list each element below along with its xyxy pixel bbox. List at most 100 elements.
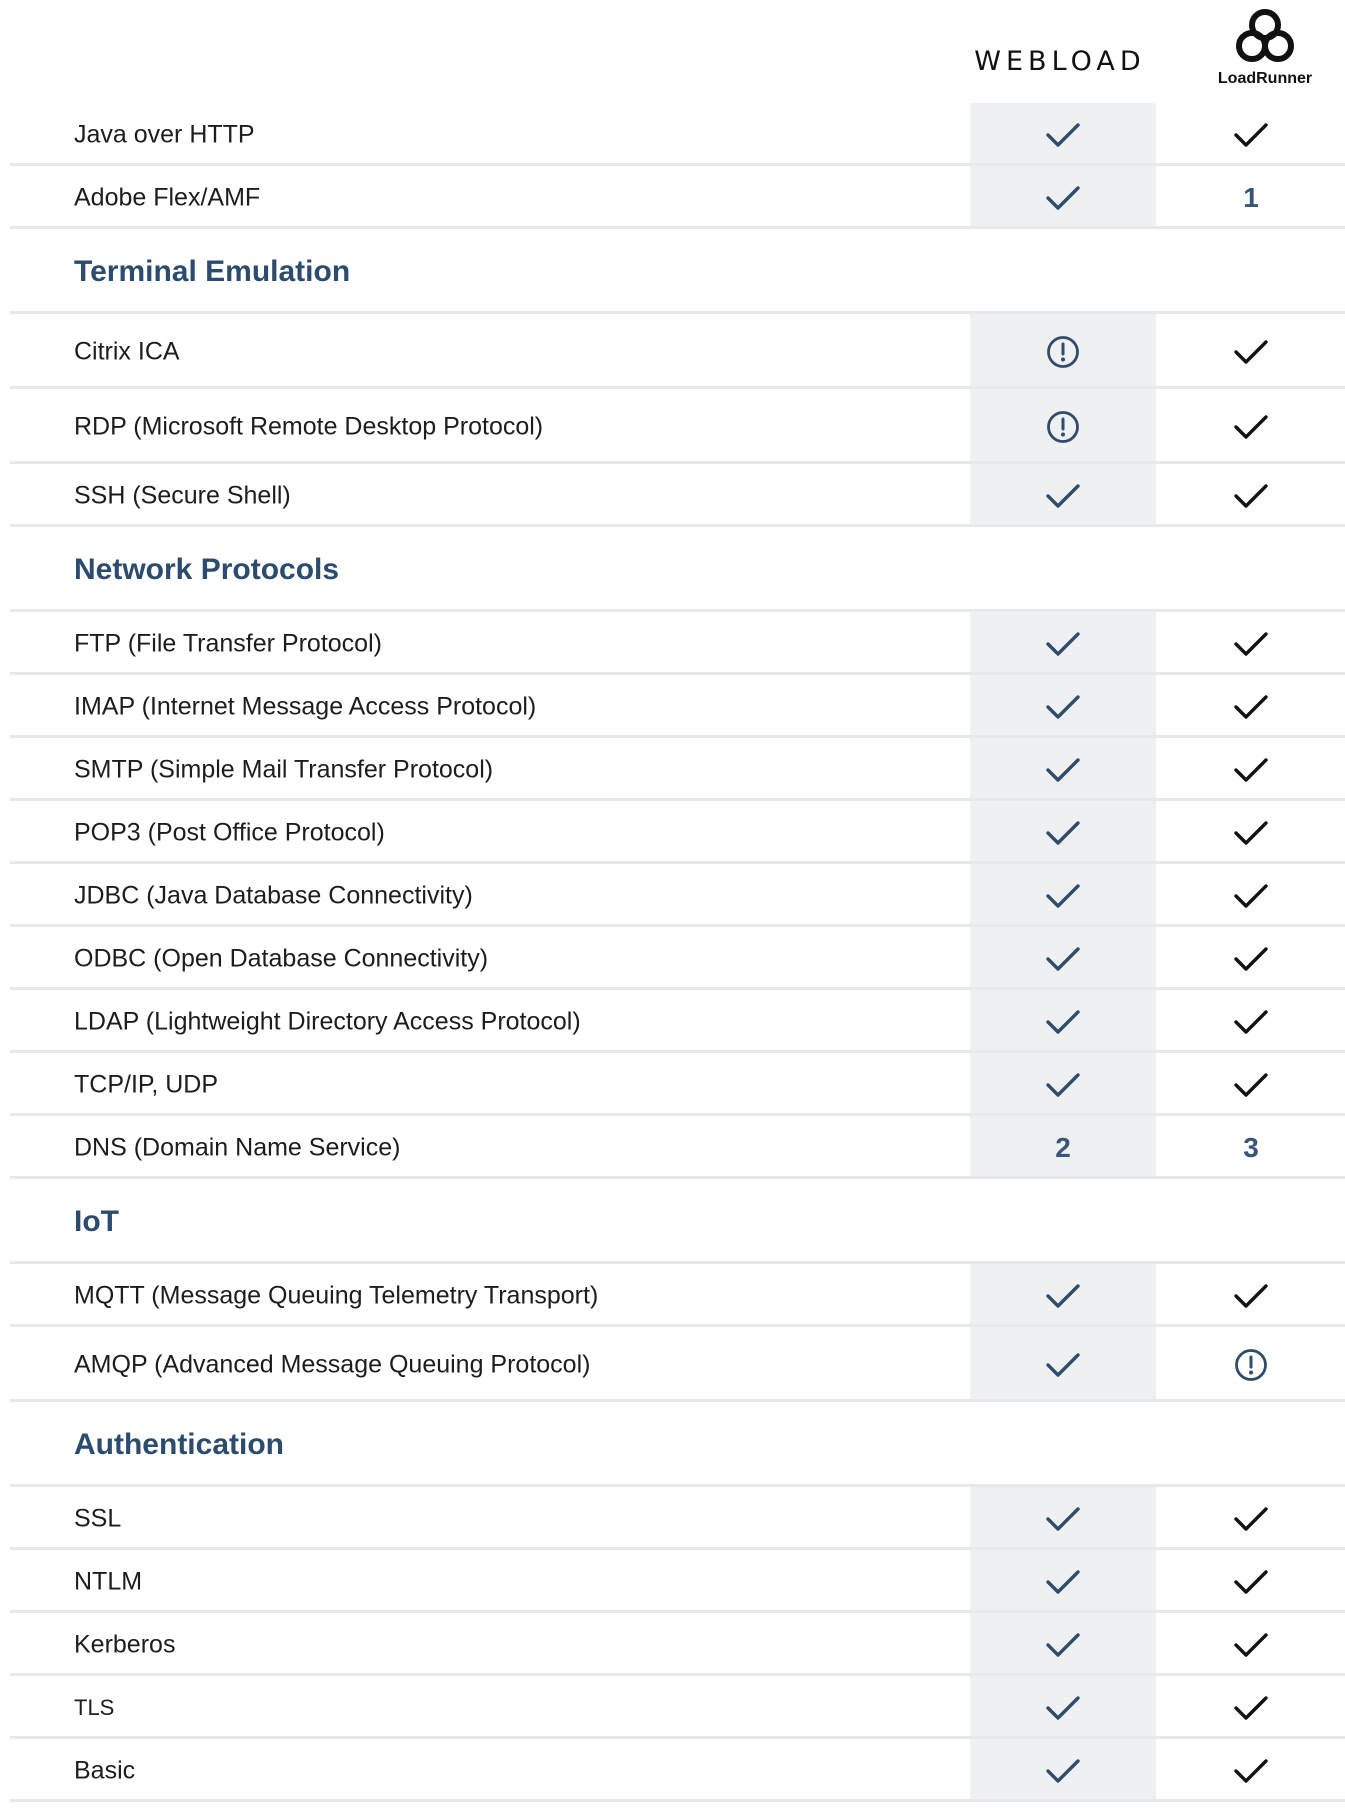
table-row: ODBC (Open Database Connectivity) bbox=[0, 927, 1345, 990]
loadrunner-cell: 3 bbox=[1158, 1116, 1344, 1179]
checkmark-icon bbox=[1234, 1632, 1268, 1657]
loadrunner-cell bbox=[1158, 1053, 1344, 1116]
table-row: MQTT (Message Queuing Telemetry Transpor… bbox=[0, 1264, 1345, 1327]
checkmark-icon bbox=[1234, 1072, 1268, 1097]
webload-cell: 2 bbox=[970, 1116, 1156, 1179]
feature-label: DNS (Domain Name Service) bbox=[74, 1133, 401, 1161]
comparison-header: WEBLOAD LoadRunner bbox=[0, 0, 1345, 103]
feature-label: SMTP (Simple Mail Transfer Protocol) bbox=[74, 755, 494, 783]
checkmark-icon bbox=[1234, 339, 1268, 364]
checkmark-icon bbox=[1046, 122, 1080, 147]
feature-label: SSH (Secure Shell) bbox=[74, 481, 291, 509]
table-row: NTLM bbox=[0, 1550, 1345, 1613]
checkmark-icon bbox=[1046, 820, 1080, 845]
loadrunner-cell bbox=[1158, 990, 1344, 1053]
table-row: 1 Adobe Flex/AMF bbox=[0, 166, 1345, 229]
feature-label: FTP (File Transfer Protocol) bbox=[74, 629, 382, 657]
feature-label: Citrix ICA bbox=[74, 337, 180, 365]
section-heading-row: Terminal Emulation bbox=[0, 229, 1345, 314]
section-heading-row: Authentication bbox=[0, 1402, 1345, 1487]
footnote-number: 3 bbox=[1243, 1131, 1259, 1163]
checkmark-icon bbox=[1046, 1569, 1080, 1594]
checkmark-icon bbox=[1046, 1283, 1080, 1308]
loadrunner-cell bbox=[1158, 1550, 1344, 1613]
section-title: Network Protocols bbox=[74, 552, 340, 586]
webload-cell bbox=[970, 103, 1156, 166]
checkmark-icon bbox=[1234, 1758, 1268, 1783]
feature-label: Kerberos bbox=[74, 1630, 176, 1658]
checkmark-icon bbox=[1046, 883, 1080, 908]
loadrunner-cell bbox=[1158, 612, 1344, 675]
section-heading-row: Network Protocols bbox=[0, 527, 1345, 612]
table-row: IMAP (Internet Message Access Protocol) bbox=[0, 675, 1345, 738]
footnote-number: 2 bbox=[1055, 1131, 1071, 1163]
loadrunner-cell bbox=[1158, 1676, 1344, 1739]
webload-cell bbox=[970, 1053, 1156, 1116]
loadrunner-cell bbox=[1158, 464, 1344, 527]
checkmark-icon bbox=[1234, 122, 1268, 147]
checkmark-icon bbox=[1234, 1283, 1268, 1308]
table-row: SSL bbox=[0, 1487, 1345, 1550]
feature-label: IMAP (Internet Message Access Protocol) bbox=[74, 692, 537, 720]
table-row: 2 3 DNS (Domain Name Service) bbox=[0, 1116, 1345, 1179]
checkmark-icon bbox=[1234, 757, 1268, 782]
checkmark-icon bbox=[1046, 631, 1080, 656]
loadrunner-cell bbox=[1158, 389, 1344, 464]
table-row: SSH (Secure Shell) bbox=[0, 464, 1345, 527]
webload-cell bbox=[970, 738, 1156, 801]
loadrunner-cell bbox=[1158, 738, 1344, 801]
feature-label: AMQP (Advanced Message Queuing Protocol) bbox=[74, 1350, 591, 1378]
webload-cell bbox=[970, 1613, 1156, 1676]
webload-logo: WEBLOAD bbox=[974, 46, 1146, 77]
webload-cell bbox=[970, 1550, 1156, 1613]
table-row: Java over HTTP bbox=[0, 103, 1345, 166]
loadrunner-cell bbox=[1158, 801, 1344, 864]
checkmark-icon bbox=[1046, 1506, 1080, 1531]
checkmark-icon bbox=[1234, 946, 1268, 971]
checkmark-icon bbox=[1046, 1758, 1080, 1783]
webload-cell bbox=[970, 801, 1156, 864]
webload-cell bbox=[970, 389, 1156, 464]
webload-cell bbox=[970, 1487, 1156, 1550]
webload-cell bbox=[970, 1264, 1156, 1327]
loadrunner-logo-text: LoadRunner bbox=[1217, 70, 1313, 87]
checkmark-icon bbox=[1046, 1072, 1080, 1097]
loadrunner-cell bbox=[1158, 864, 1344, 927]
checkmark-icon bbox=[1046, 1352, 1080, 1377]
feature-label: Basic bbox=[74, 1756, 136, 1784]
checkmark-icon bbox=[1046, 1632, 1080, 1657]
table-row: RDP (Microsoft Remote Desktop Protocol) bbox=[0, 389, 1345, 464]
webload-cell bbox=[970, 612, 1156, 675]
checkmark-icon bbox=[1234, 414, 1268, 439]
checkmark-icon bbox=[1234, 1009, 1268, 1034]
comparison-table: Java over HTTP 1 Adobe Flex/AMF Terminal Em… bbox=[0, 103, 1345, 1802]
feature-label: ODBC (Open Database Connectivity) bbox=[74, 944, 489, 972]
checkmark-icon bbox=[1234, 820, 1268, 845]
table-rows: Java over HTTP 1 Adobe Flex/AMF Terminal Em… bbox=[0, 103, 1345, 1802]
loadrunner-cell bbox=[1158, 927, 1344, 990]
section-title: IoT bbox=[74, 1204, 119, 1238]
footnote-number: 1 bbox=[1243, 181, 1259, 213]
loadrunner-cell: 1 bbox=[1158, 166, 1344, 229]
section-title: Authentication bbox=[74, 1427, 284, 1461]
checkmark-icon bbox=[1234, 694, 1268, 719]
checkmark-icon bbox=[1046, 946, 1080, 971]
table-row: FTP (File Transfer Protocol) bbox=[0, 612, 1345, 675]
exclamation-circle-icon bbox=[1235, 1348, 1267, 1381]
feature-label: JDBC (Java Database Connectivity) bbox=[74, 881, 473, 909]
webload-cell bbox=[970, 464, 1156, 527]
feature-label: RDP (Microsoft Remote Desktop Protocol) bbox=[74, 412, 544, 440]
checkmark-icon bbox=[1046, 757, 1080, 782]
webload-cell bbox=[970, 166, 1156, 229]
table-row: JDBC (Java Database Connectivity) bbox=[0, 864, 1345, 927]
checkmark-icon bbox=[1234, 483, 1268, 508]
loadrunner-cell bbox=[1158, 1487, 1344, 1550]
loadrunner-cell bbox=[1158, 1264, 1344, 1327]
table-row: SMTP (Simple Mail Transfer Protocol) bbox=[0, 738, 1345, 801]
feature-label: POP3 (Post Office Protocol) bbox=[74, 818, 385, 846]
feature-label: MQTT (Message Queuing Telemetry Transpor… bbox=[74, 1281, 599, 1309]
exclamation-circle-icon bbox=[1047, 410, 1079, 443]
loadrunner-cell bbox=[1158, 1327, 1344, 1402]
table-row: Basic bbox=[0, 1739, 1345, 1802]
checkmark-icon bbox=[1234, 1506, 1268, 1531]
